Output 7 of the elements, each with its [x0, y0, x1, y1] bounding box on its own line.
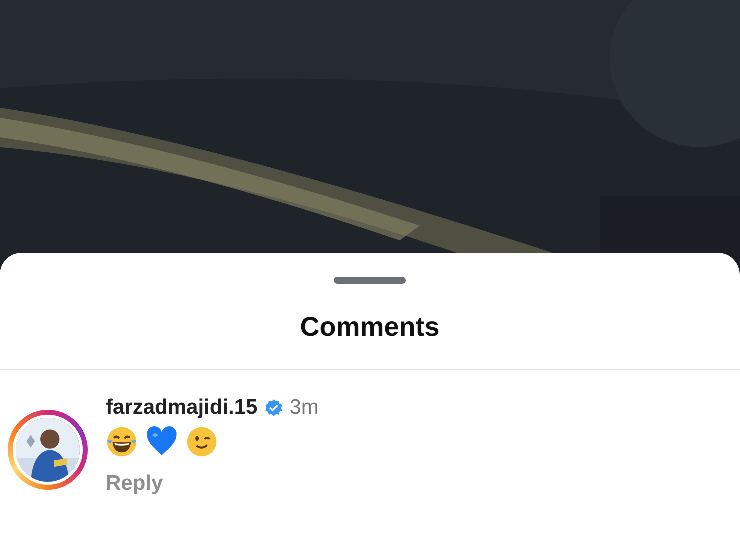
- comment-time: 3m: [290, 396, 319, 420]
- username[interactable]: farzadmajidi.15: [106, 396, 258, 420]
- sheet-title: Comments: [300, 312, 440, 343]
- drag-handle[interactable]: [334, 277, 406, 284]
- laughing-face-icon: [106, 426, 138, 458]
- heart-icon: [146, 426, 178, 458]
- winking-face-icon: [186, 426, 218, 458]
